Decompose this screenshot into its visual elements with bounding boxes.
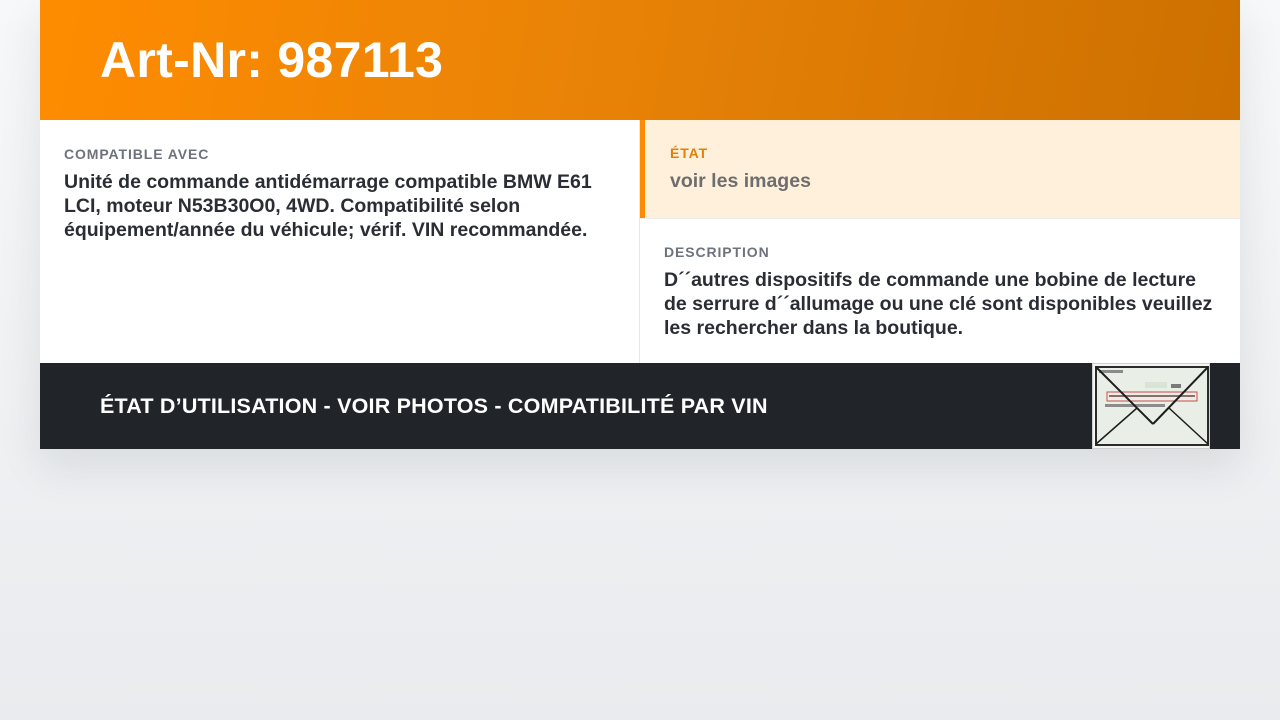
condition-section: État voir les images [640,120,1240,218]
description-text: D´´autres dispositifs de commande une bo… [664,269,1213,339]
compatibility-text: Unité de commande antidémarrage compatib… [64,171,592,241]
description-section: Description D´´autres dispositifs de com… [640,218,1240,340]
compatibility-label: Compatible avec [64,146,210,162]
description-label: Description [664,244,770,260]
vin-document-thumbnail-icon[interactable] [1092,363,1210,449]
page-title: Art-Nr: 987113 [100,32,444,88]
right-column: État voir les images Description D´´autr… [640,120,1240,363]
condition-value: voir les images [670,170,811,192]
details-grid: Compatible avec Unité de commande antidé… [40,120,1240,363]
footer-banner: ÉTAT D’UTILISATION - VOIR PHOTOS - COMPA… [40,363,1240,449]
compatibility-section: Compatible avec Unité de commande antidé… [40,120,640,363]
product-card: Art-Nr: 987113 Compatible avec Unité de … [40,0,1240,449]
condition-label: État [670,145,709,161]
envelope-icon [1093,364,1209,448]
card-header: Art-Nr: 987113 [40,0,1240,120]
footer-text: ÉTAT D’UTILISATION - VOIR PHOTOS - COMPA… [100,393,768,418]
